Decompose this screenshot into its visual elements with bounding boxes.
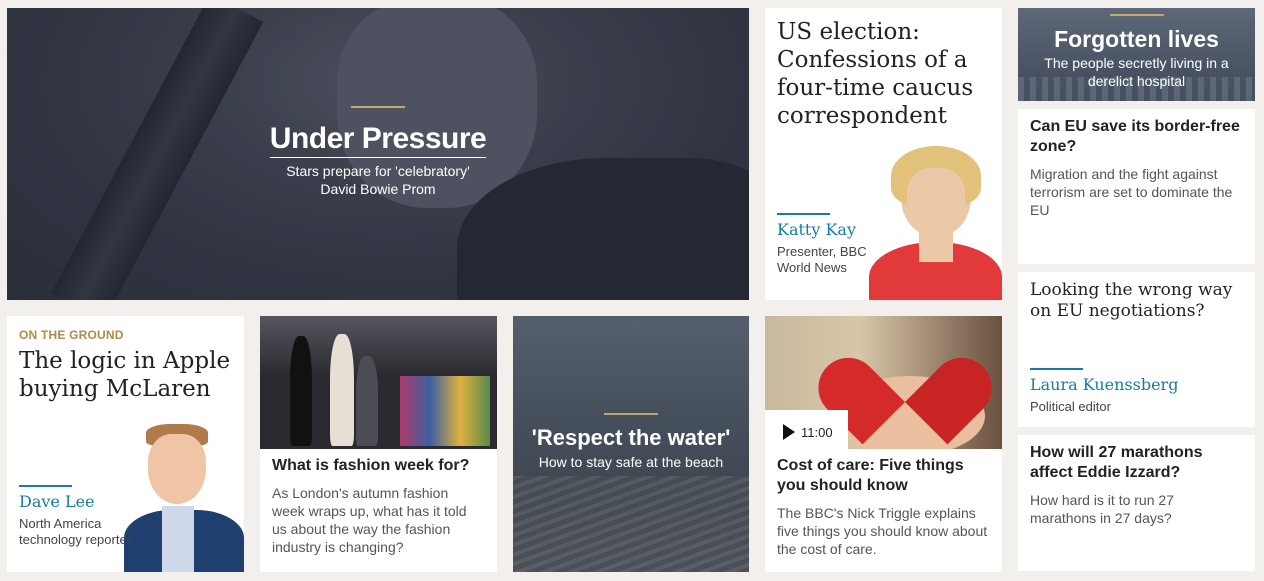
- marathons-summary: How hard is it to run 27 marathons in 27…: [1030, 492, 1174, 526]
- water-rule: [604, 413, 658, 415]
- dave-lee-role-line1: North America: [19, 516, 102, 531]
- video-duration: 11:00: [801, 425, 833, 440]
- laura-kuenssberg-author[interactable]: Laura Kuenssberg: [1030, 375, 1178, 394]
- fashion-week-title[interactable]: What is fashion week for?: [272, 456, 487, 476]
- hero-rule: [351, 106, 405, 108]
- us-election-card[interactable]: US election: Confessions of a four-time …: [765, 8, 1002, 300]
- author-rule: [19, 485, 72, 487]
- play-icon[interactable]: [783, 424, 795, 440]
- hero-title[interactable]: Under Pressure: [269, 122, 487, 158]
- eu-border-summary: Migration and the fight against terroris…: [1030, 166, 1233, 218]
- forgotten-rule: [1109, 14, 1164, 16]
- cost-of-care-title[interactable]: Cost of care: Five things you should kno…: [777, 456, 992, 496]
- eu-border-card[interactable]: Can EU save its border-free zone? Migrat…: [1018, 109, 1255, 264]
- video-duration-badge[interactable]: 11:00: [765, 410, 848, 450]
- fashion-week-summary: As London's autumn fashion week wraps up…: [272, 485, 467, 555]
- dave-lee-author[interactable]: Dave Lee: [19, 492, 95, 511]
- forgotten-lives-card[interactable]: Forgotten lives The people secretly livi…: [1018, 8, 1255, 101]
- hero-card[interactable]: Under Pressure Stars prepare for 'celebr…: [7, 8, 749, 300]
- katty-kay-author[interactable]: Katty Kay: [777, 220, 856, 239]
- forgotten-subtitle-line1: The people secretly living in a: [1044, 55, 1229, 71]
- laura-kuenssberg-role: Political editor: [1030, 399, 1111, 414]
- author-rule: [777, 213, 830, 215]
- water-subtitle: How to stay safe at the beach: [538, 454, 724, 470]
- apple-mclaren-title[interactable]: The logic in Apple buying McLaren: [19, 347, 239, 403]
- respect-water-card[interactable]: 'Respect the water' How to stay safe at …: [513, 316, 749, 572]
- author-rule: [1030, 368, 1083, 370]
- apple-mclaren-card[interactable]: ON THE GROUND The logic in Apple buying …: [7, 316, 244, 572]
- dave-lee-role-line2: technology reporter: [19, 532, 132, 547]
- cost-of-care-card[interactable]: 11:00 Cost of care: Five things you shou…: [765, 316, 1002, 572]
- marathons-title[interactable]: How will 27 marathons affect Eddie Izzar…: [1030, 443, 1245, 483]
- katty-kay-photo: [869, 146, 1002, 300]
- fashion-week-card[interactable]: What is fashion week for? As London's au…: [260, 316, 497, 572]
- eu-border-title[interactable]: Can EU save its border-free zone?: [1030, 117, 1245, 157]
- cost-of-care-summary: The BBC's Nick Triggle explains five thi…: [777, 505, 988, 557]
- hero-subtitle-line1: Stars prepare for 'celebratory': [286, 163, 470, 179]
- eu-negotiations-card[interactable]: Looking the wrong way on EU negotiations…: [1018, 272, 1255, 427]
- water-title[interactable]: 'Respect the water': [513, 425, 749, 451]
- forgotten-subtitle-line2: derelict hospital: [1087, 73, 1186, 89]
- on-the-ground-kicker: ON THE GROUND: [19, 328, 124, 342]
- forgotten-title[interactable]: Forgotten lives: [1018, 26, 1255, 52]
- katty-kay-role-line2: World News: [777, 260, 847, 275]
- eu-negotiations-title[interactable]: Looking the wrong way on EU negotiations…: [1030, 280, 1250, 322]
- hero-subtitle-line2: David Bowie Prom: [320, 181, 436, 197]
- dave-lee-photo: [124, 422, 244, 572]
- katty-kay-role-line1: Presenter, BBC: [777, 244, 867, 259]
- fashion-runway-image: [260, 316, 497, 449]
- us-election-title[interactable]: US election: Confessions of a four-time …: [777, 18, 992, 130]
- marathons-card[interactable]: How will 27 marathons affect Eddie Izzar…: [1018, 435, 1255, 571]
